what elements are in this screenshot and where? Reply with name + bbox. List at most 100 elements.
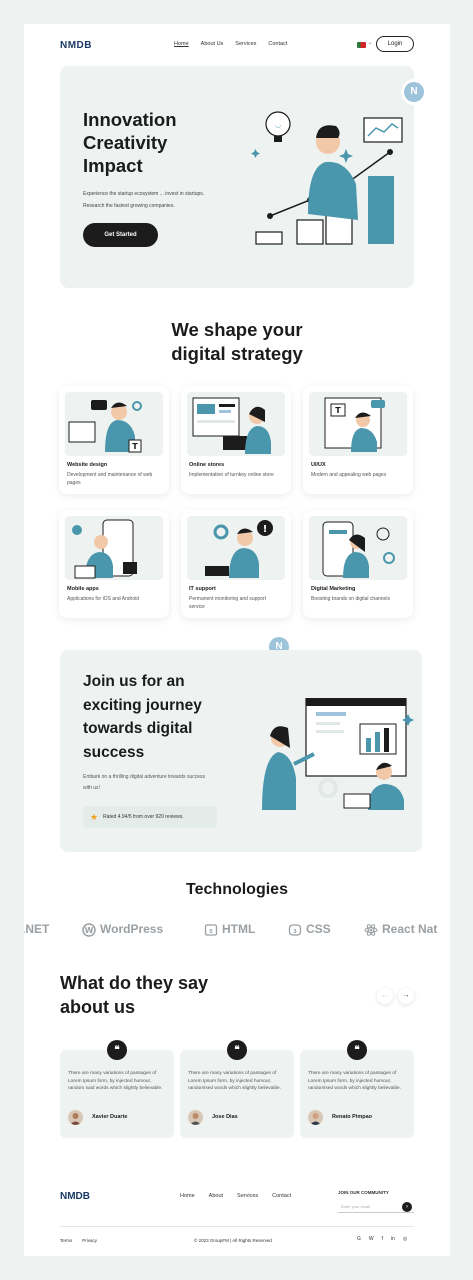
google-icon[interactable]: G xyxy=(357,1236,361,1242)
main-menu: Home About Us Services Contact xyxy=(174,41,287,47)
service-card-title: IT support xyxy=(189,586,216,592)
services-title-line: digital strategy xyxy=(171,343,303,364)
nav-services[interactable]: Services xyxy=(235,41,256,47)
instagram-icon[interactable]: ◎ xyxy=(403,1236,407,1242)
testimonial-card: ❝ There are many variations of passages … xyxy=(300,1040,414,1138)
footer-menu: Home About Services Contact xyxy=(180,1193,291,1199)
join-title: Join us for an exciting journey towards … xyxy=(83,670,243,764)
quote-icon: ❝ xyxy=(347,1040,367,1060)
testimonial-text: There are many variations of passages of… xyxy=(68,1071,163,1091)
join-subtitle: Embark on a thrilling digital adventure … xyxy=(83,772,253,794)
footer-divider xyxy=(60,1226,414,1227)
top-nav: NMDB Home About Us Services Contact ⌄ Lo… xyxy=(24,24,450,68)
linkedin-icon[interactable]: in xyxy=(391,1236,395,1242)
testimonial-text: There are many variations of passages of… xyxy=(308,1071,402,1091)
service-card-it-support[interactable]: ! IT support Permanent monitoring and su… xyxy=(181,510,291,618)
wordpress-icon: W xyxy=(82,923,96,937)
svg-text:◡: ◡ xyxy=(275,121,281,129)
service-card-mobile-apps[interactable]: Mobile apps Applications for iOS and And… xyxy=(59,510,169,618)
copyright-text: © 2023 GroupFM | All Rights Reserved xyxy=(194,1238,272,1243)
avatar xyxy=(308,1110,323,1125)
newsletter-submit-button[interactable]: › xyxy=(402,1202,412,1212)
svg-text:!: ! xyxy=(263,524,268,535)
terms-link[interactable]: Terms xyxy=(60,1238,72,1243)
svg-text:5: 5 xyxy=(209,929,213,935)
page: NMDB Home About Us Services Contact ⌄ Lo… xyxy=(24,24,450,1256)
nav-contact[interactable]: Contact xyxy=(268,41,287,47)
facebook-icon[interactable]: f xyxy=(382,1236,383,1242)
svg-text:3: 3 xyxy=(293,929,297,935)
technologies-row: .NET W WordPress 5 HTML 3 CSS React Nat xyxy=(24,922,450,942)
language-flag-icon[interactable] xyxy=(357,42,366,48)
join-title-line: exciting journey xyxy=(83,696,202,714)
service-card-online-stores[interactable]: Online stores Implementation of turnkey … xyxy=(181,386,291,494)
hero-subtitle: Experience the startup ecosystem ... inv… xyxy=(83,188,263,212)
login-button[interactable]: Login xyxy=(376,36,414,52)
quote-icon: ❝ xyxy=(227,1040,247,1060)
svg-text:T: T xyxy=(335,406,341,415)
service-card-description: Implementation of turnkey online store xyxy=(189,472,274,478)
tech-html: 5 HTML xyxy=(204,922,255,937)
community-label: JOIN OUR COMMUNITY xyxy=(338,1190,389,1195)
social-links: G W f in ◎ xyxy=(357,1236,407,1242)
footer-link-home[interactable]: Home xyxy=(180,1193,195,1199)
testimonial-author: Renato Pimpao xyxy=(332,1114,373,1120)
svg-text:T: T xyxy=(132,442,138,451)
footer-link-services[interactable]: Services xyxy=(237,1193,258,1199)
svg-text:W: W xyxy=(85,926,94,935)
testimonial-text: There are many variations of passages of… xyxy=(188,1071,282,1091)
technologies-title: Technologies xyxy=(186,881,288,898)
join-subtitle-line: Embark on a thrilling digital adventure … xyxy=(83,774,206,780)
tech-react-native: React Nat xyxy=(364,922,437,937)
hero-subtitle-line: Research the fastest growing companies. xyxy=(83,203,175,209)
logo[interactable]: NMDB xyxy=(60,40,92,51)
testimonials-title-line: about us xyxy=(60,997,135,1017)
footer-link-about[interactable]: About xyxy=(209,1193,223,1199)
hero-subtitle-line: Experience the startup ecosystem ... inv… xyxy=(83,191,205,197)
testimonial-card: ❝ There are many variations of passages … xyxy=(180,1040,294,1138)
services-title-line: We shape your xyxy=(171,319,303,340)
twitter-icon[interactable]: W xyxy=(369,1236,374,1242)
next-arrow-button[interactable]: → xyxy=(398,988,414,1004)
tech-dotnet: .NET xyxy=(24,922,49,936)
join-title-line: success xyxy=(83,743,145,761)
html-icon: 5 xyxy=(204,924,218,936)
footer-logo[interactable]: NMDB xyxy=(60,1191,90,1202)
chevron-down-icon[interactable]: ⌄ xyxy=(368,40,372,46)
get-started-button[interactable]: Get Started xyxy=(83,223,158,247)
tech-label: React Nat xyxy=(382,922,438,936)
nav-about[interactable]: About Us xyxy=(201,41,224,47)
mobile-apps-illustration xyxy=(65,516,163,580)
service-card-title: UI/UX xyxy=(311,462,326,468)
testimonial-author: Jose Dias xyxy=(212,1114,238,1120)
website-design-illustration: T xyxy=(65,392,163,456)
tech-label: .NET xyxy=(24,922,50,936)
footer-link-contact[interactable]: Contact xyxy=(272,1193,291,1199)
hero-section: Innovation Creativity Impact Experience … xyxy=(60,66,414,288)
service-card-description: Permanent monitoring and support service xyxy=(189,596,266,610)
digital-marketing-illustration xyxy=(309,516,407,580)
join-title-line: Join us for an xyxy=(83,673,185,690)
hero-title-line: Creativity xyxy=(83,132,168,153)
service-card-title: Website design xyxy=(67,462,108,468)
service-card-title: Digital Marketing xyxy=(311,586,356,592)
rating-badge: ★ Rated 4.94/5 from over 920 reviews. xyxy=(83,806,217,828)
service-card-website-design[interactable]: T Website design Development and mainten… xyxy=(59,386,169,494)
service-card-digital-marketing[interactable]: Digital Marketing Boosting brands on dig… xyxy=(303,510,413,618)
star-icon: ★ xyxy=(90,812,99,822)
service-card-ui-ux[interactable]: T UI/UX Modern and appealing web pages xyxy=(303,386,413,494)
legal-links: Terms Privacy xyxy=(60,1238,97,1243)
prev-arrow-button[interactable]: ← xyxy=(377,988,393,1004)
join-title-line: towards digital xyxy=(83,720,193,737)
hero-illustration: ◡ xyxy=(251,111,403,245)
join-illustration xyxy=(262,698,414,810)
tech-label: HTML xyxy=(222,922,256,936)
service-card-description: Applications for iOS and Android xyxy=(67,596,139,602)
testimonials-title: What do they say about us xyxy=(60,971,260,1019)
avatar xyxy=(188,1110,203,1125)
privacy-link[interactable]: Privacy xyxy=(82,1238,97,1243)
testimonials-title-line: What do they say xyxy=(60,973,209,993)
nav-home[interactable]: Home xyxy=(174,41,189,47)
join-subtitle-line: with us! xyxy=(83,785,100,791)
quote-icon: ❝ xyxy=(107,1040,127,1060)
